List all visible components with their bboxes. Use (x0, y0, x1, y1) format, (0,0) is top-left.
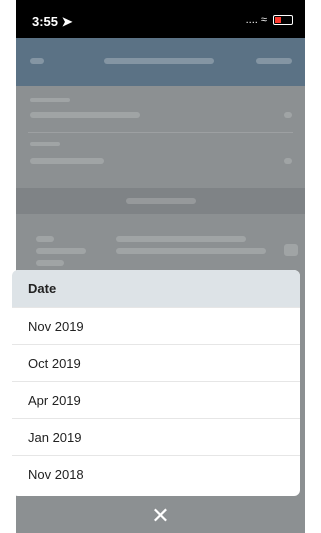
back-icon (30, 58, 44, 64)
bg-value (30, 112, 140, 118)
status-right: .... ≈ (246, 14, 293, 26)
date-option[interactable]: Jan 2019 (12, 418, 300, 455)
background-form (16, 86, 305, 188)
status-bar: 3:55 ➤ .... ≈ (16, 0, 305, 38)
bg-cell (36, 260, 64, 266)
close-icon[interactable]: ✕ (16, 505, 305, 527)
app-title-dimmed (104, 58, 214, 64)
date-option[interactable]: Oct 2019 (12, 344, 300, 381)
signal-dots: .... (245, 14, 258, 26)
date-option[interactable]: Apr 2019 (12, 381, 300, 418)
bg-chevron (284, 158, 292, 164)
bg-divider (28, 132, 293, 133)
bg-label (30, 98, 70, 102)
bg-label (30, 142, 60, 146)
status-time-text: 3:55 (32, 14, 59, 29)
background-section (16, 188, 305, 214)
bg-section-title (126, 198, 196, 204)
status-time: 3:55 ➤ (32, 14, 73, 30)
arrow-icon: ➤ (61, 14, 73, 29)
wifi-icon: ≈ (260, 14, 267, 26)
date-picker-sheet: Date Nov 2019 Oct 2019 Apr 2019 Jan 2019… (12, 270, 300, 496)
battery-icon (273, 15, 293, 26)
date-option[interactable]: Nov 2018 (12, 455, 300, 492)
bg-cell (36, 248, 86, 254)
bg-cell (36, 236, 54, 242)
date-option[interactable]: Nov 2019 (12, 307, 300, 344)
bg-value (30, 158, 104, 164)
app-header-dimmed (16, 38, 305, 86)
bg-cell (116, 248, 266, 254)
bg-chevron (284, 112, 292, 118)
app-action-dimmed (256, 58, 292, 64)
sheet-header: Date (12, 270, 300, 307)
bg-cell (116, 236, 246, 242)
bg-badge (284, 244, 298, 256)
